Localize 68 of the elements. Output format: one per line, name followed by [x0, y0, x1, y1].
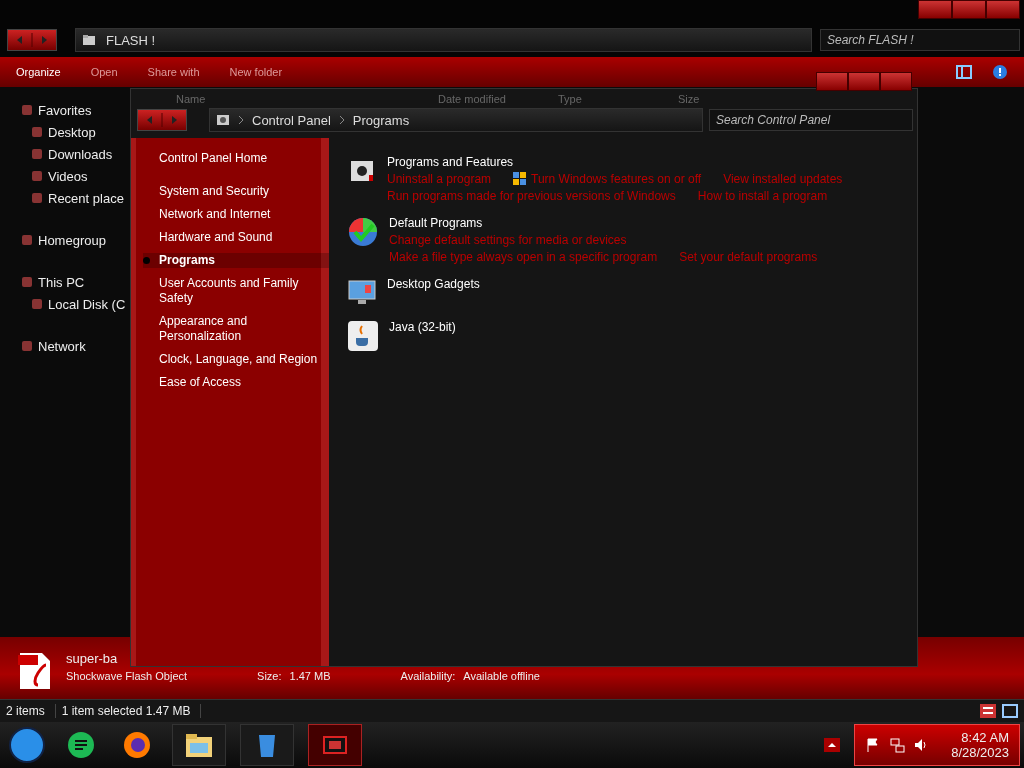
file-type: Shockwave Flash Object	[66, 670, 188, 682]
sidebar-link[interactable]: Programs	[143, 253, 329, 268]
detail-label: Availability:	[400, 670, 456, 682]
chevron-icon	[238, 116, 244, 124]
tiles-view-icon[interactable]	[1002, 704, 1018, 718]
sidebar-link[interactable]: Clock, Language, and Region	[143, 352, 329, 367]
status-text: 2 items	[6, 704, 56, 718]
toolbar-button[interactable]: New folder	[229, 66, 283, 78]
details-view-icon[interactable]	[980, 704, 996, 718]
address-bar[interactable]: FLASH !	[75, 28, 812, 52]
file-name: super-ba	[66, 651, 119, 666]
nav-item[interactable]: Downloads	[0, 143, 132, 165]
toolbar-button[interactable]: Organize	[16, 66, 61, 78]
clock-date[interactable]: 8/28/2023	[951, 745, 1009, 760]
address-bar[interactable]: Control Panel Programs	[209, 108, 703, 132]
nav-item[interactable]: Local Disk (C	[0, 293, 132, 315]
layout-icon[interactable]	[956, 64, 972, 80]
help-icon[interactable]	[992, 64, 1008, 80]
sidebar-link[interactable]: System and Security	[143, 184, 329, 199]
folder-icon	[184, 731, 214, 759]
file-explorer-button[interactable]	[172, 724, 226, 766]
monitor-icon	[347, 277, 377, 307]
clock-time[interactable]: 8:42 AM	[961, 730, 1009, 745]
category-title[interactable]: Default Programs	[389, 216, 818, 230]
check-globe-icon	[347, 216, 379, 248]
control-panel-icon	[216, 113, 230, 127]
sidebar-link[interactable]: Hardware and Sound	[143, 230, 329, 245]
nav-item[interactable]: Homegroup	[0, 229, 132, 251]
nav-item[interactable]: This PC	[0, 271, 132, 293]
sidebar-link[interactable]: Control Panel Home	[143, 151, 329, 166]
chevron-icon	[338, 116, 345, 124]
sidebar-link[interactable]: Appearance and Personalization	[143, 314, 329, 344]
start-button[interactable]	[8, 726, 46, 764]
sidebar-link[interactable]: User Accounts and Family Safety	[143, 276, 329, 306]
folder-icon	[82, 33, 96, 47]
category-title[interactable]: Java (32-bit)	[389, 320, 456, 334]
app-button[interactable]	[308, 724, 362, 766]
sidebar-link[interactable]: Ease of Access	[143, 375, 329, 390]
window-controls[interactable]	[816, 72, 912, 91]
category-title[interactable]: Programs and Features	[387, 155, 843, 169]
detail-value: 1.47 MB	[289, 670, 331, 682]
breadcrumb-item[interactable]: Control Panel	[252, 112, 331, 128]
back-forward-buttons[interactable]	[137, 109, 187, 131]
detail-label: Size:	[257, 670, 282, 682]
chat-icon[interactable]	[66, 730, 96, 760]
recycle-bin-button[interactable]	[240, 724, 294, 766]
nav-item[interactable]: Network	[0, 335, 132, 357]
java-cup-icon	[347, 320, 379, 352]
file-icon	[18, 651, 52, 691]
detail-value: Available offline	[463, 670, 540, 682]
address-text: FLASH !	[106, 32, 156, 48]
breadcrumb-item[interactable]: Programs	[352, 112, 410, 128]
back-forward-buttons[interactable]	[7, 29, 57, 51]
network-icon[interactable]	[889, 737, 906, 753]
category-title[interactable]: Desktop Gadgets	[387, 277, 480, 291]
nav-item[interactable]: Videos	[0, 165, 132, 187]
nav-item[interactable]: Recent place	[0, 187, 132, 209]
sidebar-link[interactable]: Network and Internet	[143, 207, 329, 222]
window-controls[interactable]	[918, 0, 1020, 19]
toolbar-button[interactable]: Open	[90, 66, 118, 78]
search-field[interactable]: Search FLASH !	[820, 29, 1020, 51]
browser-icon[interactable]	[122, 730, 152, 760]
toolbar-button[interactable]: Share with	[147, 66, 200, 78]
windows-icon	[513, 172, 528, 186]
status-text: 1 item selected 1.47 MB	[61, 704, 202, 718]
search-field[interactable]: Search Control Panel	[709, 109, 913, 131]
nav-item[interactable]: Desktop	[0, 121, 132, 143]
nav-item[interactable]: Favorites	[0, 99, 132, 121]
